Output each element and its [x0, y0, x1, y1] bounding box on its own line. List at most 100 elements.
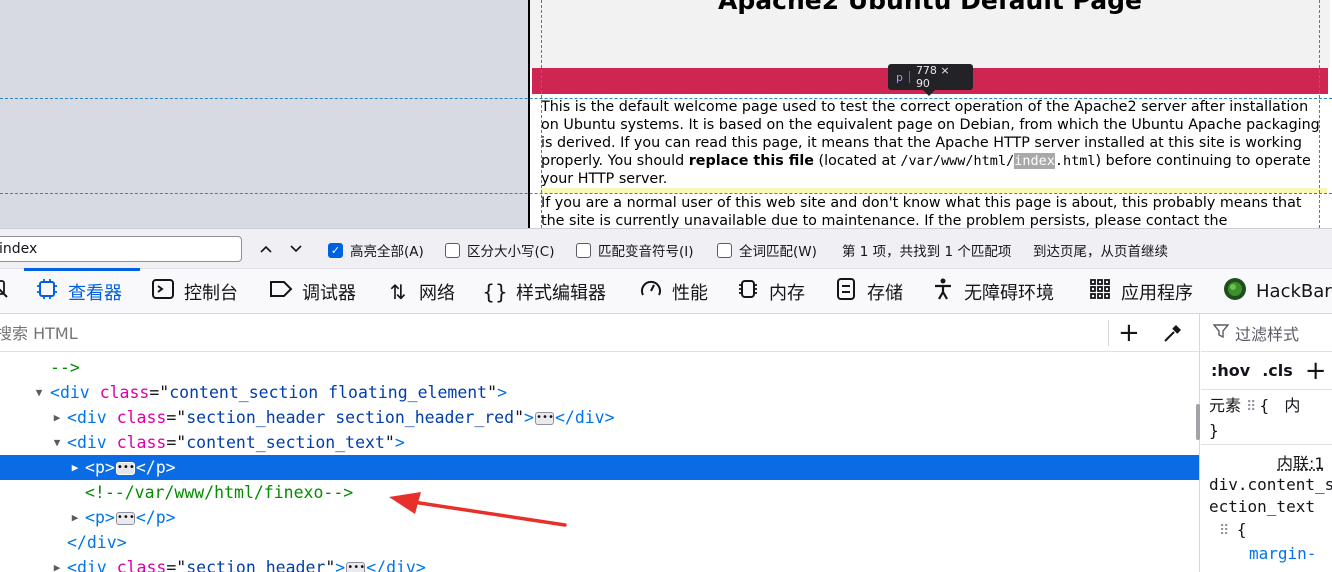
add-rule-button[interactable]: +	[1305, 356, 1327, 386]
markup-row-p[interactable]: ▶ <p> •••</p>	[0, 505, 1199, 530]
tab-label: 性能	[672, 282, 708, 304]
tag-name: p	[155, 458, 166, 477]
tag-name: div	[386, 558, 416, 572]
page-title: Apache2 Ubuntu Default Page	[718, 0, 1142, 15]
tag-name: div	[76, 558, 107, 572]
chevron-up-icon[interactable]	[254, 237, 278, 261]
ellipsis-icon[interactable]: •••	[115, 512, 135, 525]
rule-open-brace: {	[1236, 520, 1247, 539]
tab-application[interactable]: 应用程序	[1087, 269, 1193, 314]
expanded-arrow-icon[interactable]: ▼	[50, 430, 64, 455]
match-diacritics-checkbox[interactable]: 匹配变音符号(I)	[576, 240, 694, 260]
node-text: <p> •••</p>	[85, 458, 176, 477]
whole-words-checkbox[interactable]: 全词匹配(W)	[717, 240, 817, 260]
node-text: <p> •••</p>	[85, 508, 176, 527]
checkbox-box	[445, 242, 460, 258]
infobar-tag: p	[896, 70, 903, 84]
guide-line-top	[0, 98, 1332, 99]
tab-label: 样式编辑器	[516, 282, 606, 304]
tab-performance[interactable]: 性能	[638, 269, 708, 314]
checkbox-box	[576, 242, 591, 258]
node-infobar: p 778 × 90	[888, 64, 973, 90]
node-text: <div class="content_section_text">	[67, 433, 405, 452]
file-path: /var/www/html/index.html	[900, 153, 1095, 169]
tab-label: 存储	[867, 282, 903, 304]
ellipsis-icon[interactable]: •••	[115, 462, 135, 475]
markup-row-p-selected[interactable]: ▶ <p> •••</p>	[0, 455, 1199, 480]
rules-toggles-row: :hov .cls +	[1201, 352, 1332, 390]
tag-name: p	[94, 508, 105, 527]
guide-line-bottom	[0, 193, 1332, 194]
drag-grip-icon[interactable]: ⠿	[1246, 399, 1256, 415]
tab-accessibility[interactable]: 无障碍环境	[930, 269, 1054, 314]
search-html-input[interactable]	[0, 320, 1096, 346]
tag-name: div	[76, 433, 107, 452]
paragraph-2: If you are a normal user of this web sit…	[541, 195, 1302, 228]
hov-toggle[interactable]: :hov	[1211, 361, 1250, 380]
collapsed-arrow-icon[interactable]: ▶	[50, 555, 64, 572]
rule-open-brace-row: ⠿ {	[1219, 520, 1247, 539]
markup-row-comment-finexo[interactable]: <!--/var/www/html/finexo-->	[0, 480, 1199, 505]
markup-row-comment-end[interactable]: -->	[0, 355, 1199, 380]
tab-memory[interactable]: 内存	[735, 269, 805, 314]
tab-style-editor[interactable]: {} 样式编辑器	[482, 269, 606, 314]
whole-words-label: 全词匹配(W)	[739, 244, 817, 260]
highlight-all-checkbox[interactable]: ✓ 高亮全部(A)	[328, 240, 424, 260]
style-editor-icon: {}	[482, 279, 508, 304]
filter-styles-row[interactable]: 过滤样式	[1201, 314, 1332, 352]
rule-selector: div.content_s ection_text	[1209, 474, 1332, 518]
markup-row-section-header-red[interactable]: ▶ <div class="section_header section_hea…	[0, 405, 1199, 430]
network-icon: ⇅	[389, 279, 407, 304]
tab-label: 应用程序	[1121, 282, 1193, 304]
match-case-label: 区分大小写(C)	[467, 244, 555, 260]
ellipsis-icon[interactable]: •••	[346, 562, 365, 572]
selector-line: ection_text	[1209, 497, 1315, 516]
chevron-down-icon[interactable]	[284, 237, 308, 261]
markup-row-section-header[interactable]: ▶ <div class="section_header"> •••</div>	[0, 555, 1199, 572]
drag-grip-icon[interactable]: ⠿	[1219, 523, 1229, 539]
markup-row-div-close[interactable]: </div>	[0, 530, 1199, 555]
collapsed-arrow-icon[interactable]: ▶	[68, 455, 82, 480]
rule-source-link[interactable]: 内联:1	[1277, 450, 1325, 474]
infobar-arrow	[923, 90, 935, 96]
node-text: </div>	[67, 533, 127, 552]
cls-toggle[interactable]: .cls	[1262, 361, 1293, 380]
tag-name: p	[94, 458, 105, 477]
toolbar-separator	[1108, 320, 1109, 346]
node-text: <div class="section_header section_heade…	[67, 408, 615, 427]
markup-row-content-section[interactable]: ▼ <div class="content_section floating_e…	[0, 380, 1199, 405]
match-diacritics-label: 匹配变音符号(I)	[598, 244, 694, 260]
tag-name: div	[59, 383, 90, 402]
tab-inspector[interactable]: 查看器	[34, 269, 122, 314]
element-rule: 元素 ⠿ { 内 }	[1209, 394, 1332, 443]
tab-storage[interactable]: 存储	[833, 269, 903, 314]
tab-network[interactable]: ⇅ 网络	[385, 269, 455, 314]
markup-scrollbar-thumb[interactable]	[1196, 404, 1200, 440]
tag-name: p	[155, 508, 166, 527]
tab-console[interactable]: 控制台	[150, 269, 238, 314]
ellipsis-icon[interactable]: •••	[534, 412, 554, 425]
tab-label: 控制台	[184, 282, 238, 304]
application-icon	[1087, 278, 1113, 305]
markup-search-row: +	[0, 314, 1199, 352]
collapsed-arrow-icon[interactable]: ▶	[50, 405, 64, 430]
tab-hackbar[interactable]: HackBar	[1222, 269, 1332, 314]
css-property-name[interactable]: margin-	[1249, 544, 1316, 563]
add-node-button[interactable]: +	[1118, 320, 1140, 346]
attr-value: content_section floating_element	[169, 383, 488, 402]
attr-name: class	[99, 383, 150, 402]
comment-text: -->	[50, 358, 80, 377]
eyedropper-icon[interactable]	[1162, 322, 1184, 349]
filter-icon	[1212, 323, 1230, 343]
element-picker-button[interactable]	[0, 269, 12, 314]
guide-line-right	[1319, 0, 1320, 228]
expanded-arrow-icon[interactable]: ▼	[32, 380, 46, 405]
find-input[interactable]	[0, 236, 242, 262]
match-case-checkbox[interactable]: 区分大小写(C)	[445, 240, 554, 260]
markup-view: + --> ▼ <div class="content_section floa…	[0, 314, 1200, 572]
markup-row-content-section-text[interactable]: ▼ <div class="content_section_text">	[0, 430, 1199, 455]
tab-debugger[interactable]: 调试器	[268, 269, 356, 314]
collapsed-arrow-icon[interactable]: ▶	[68, 505, 82, 530]
tab-label: 内存	[769, 282, 805, 304]
tab-label: 调试器	[302, 282, 356, 304]
